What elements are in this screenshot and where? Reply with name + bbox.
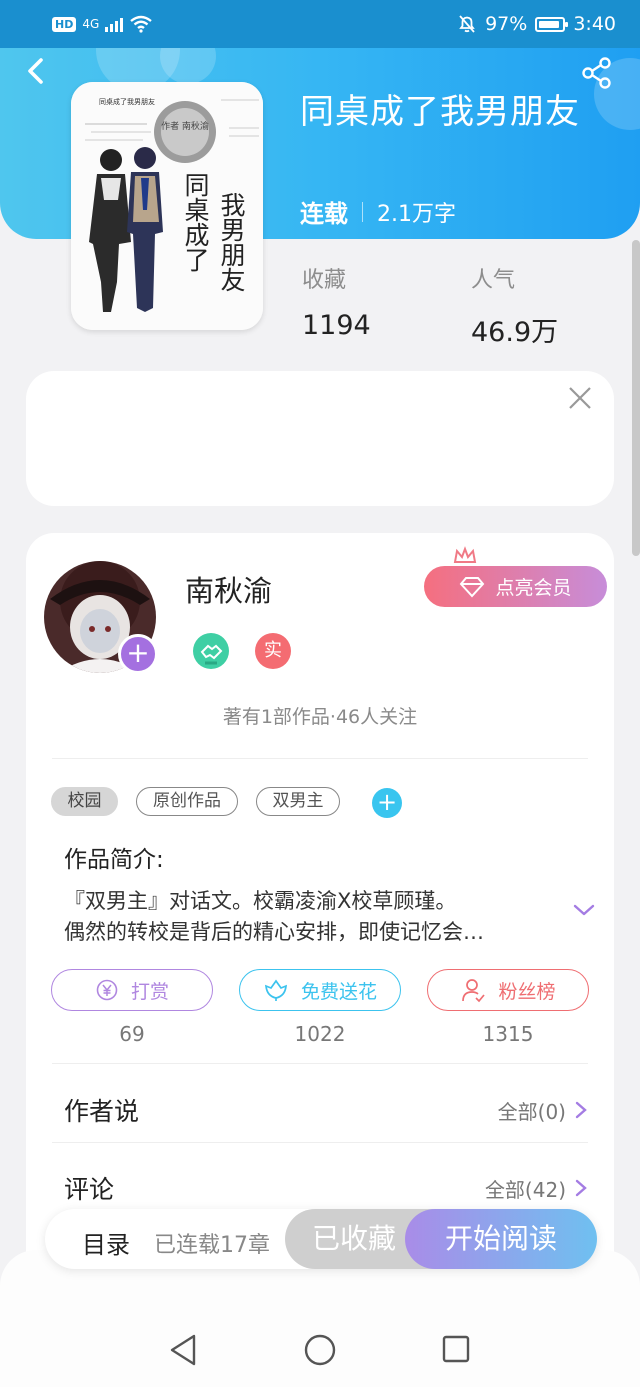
intro-line-1: 『双男主』对话文。校霸凌渝X校草顾瑾。 bbox=[64, 889, 457, 913]
cover-small-title: 同桌成了我男朋友 bbox=[99, 97, 155, 106]
intro-heading: 作品简介: bbox=[64, 847, 164, 873]
cover-title-vertical-2: 我男朋友 bbox=[217, 192, 246, 292]
tag-original[interactable]: 原创作品 bbox=[136, 787, 238, 816]
send-flower-label: 免费送花 bbox=[300, 980, 377, 1003]
mute-bell-icon bbox=[459, 15, 475, 33]
author-says-all: 全部(0) bbox=[497, 1099, 566, 1124]
tip-count: 69 bbox=[119, 1022, 145, 1046]
popularity-value: 46.9万 bbox=[471, 317, 559, 348]
follow-author-button[interactable]: + bbox=[118, 634, 158, 674]
favorites-stat: 收藏 1194 bbox=[302, 262, 371, 341]
comments-all: 全部(42) bbox=[484, 1177, 566, 1202]
nav-back-icon[interactable] bbox=[168, 1333, 198, 1367]
favorites-value: 1194 bbox=[302, 310, 371, 341]
crown-icon bbox=[453, 546, 477, 563]
chevron-right-icon bbox=[575, 1179, 587, 1197]
cover-author-stamp: 作者 南秋渝 bbox=[161, 120, 209, 132]
vip-button[interactable]: 点亮会员 bbox=[424, 566, 607, 607]
popularity-stat: 人气 46.9万 bbox=[471, 262, 558, 349]
close-icon bbox=[569, 387, 591, 409]
diamond-icon bbox=[460, 576, 485, 597]
divider bbox=[52, 758, 588, 759]
battery-percent: 97% bbox=[485, 13, 528, 35]
ad-card bbox=[26, 371, 614, 506]
book-cover[interactable]: 同桌成了我男朋友 作者 南秋渝 同桌成了 我男朋友 bbox=[71, 82, 263, 330]
status-bar: HD 4G 97% 3:40 bbox=[0, 0, 640, 48]
word-count: 2.1万字 bbox=[377, 201, 456, 227]
fan-icon bbox=[462, 979, 486, 1003]
add-tag-button[interactable]: + bbox=[372, 788, 402, 818]
divider bbox=[52, 1142, 588, 1143]
divider bbox=[52, 1063, 588, 1064]
book-meta: 连载 2.1万字 bbox=[300, 194, 456, 229]
intro-text: 『双男主』对话文。校霸凌渝X校草顾瑾。 偶然的转校是背后的精心安排，即使记忆会… bbox=[64, 886, 554, 948]
tip-button[interactable]: 打赏 bbox=[51, 969, 213, 1011]
toc-button[interactable]: 目录 bbox=[82, 1225, 130, 1260]
chapter-count: 已连载17章 bbox=[154, 1233, 270, 1258]
handshake-icon bbox=[200, 644, 223, 665]
scrollbar[interactable] bbox=[632, 240, 640, 556]
status-left: HD 4G bbox=[52, 15, 153, 33]
share-button[interactable] bbox=[580, 56, 614, 90]
back-button[interactable] bbox=[22, 56, 54, 88]
wifi-icon bbox=[130, 15, 153, 33]
chevron-right-icon bbox=[575, 1101, 587, 1119]
comments-link[interactable]: 全部(42) bbox=[485, 1174, 588, 1203]
close-ad-button[interactable] bbox=[566, 384, 594, 412]
chevron-left-icon bbox=[28, 58, 43, 84]
tip-label: 打赏 bbox=[130, 980, 169, 1003]
cover-title-vertical-1: 同桌成了 bbox=[181, 172, 210, 272]
start-reading-button[interactable]: 开始阅读 bbox=[405, 1209, 597, 1269]
battery-icon bbox=[535, 16, 569, 32]
handshake-badge bbox=[193, 633, 229, 669]
author-says-link[interactable]: 全部(0) bbox=[498, 1096, 588, 1125]
real-name-badge: 实 bbox=[255, 633, 291, 669]
tag-bl[interactable]: 双男主 bbox=[256, 787, 340, 816]
favorites-label: 收藏 bbox=[302, 268, 347, 293]
flower-count: 1022 bbox=[294, 1022, 346, 1046]
vip-label: 点亮会员 bbox=[495, 577, 572, 599]
fan-count: 1315 bbox=[482, 1022, 534, 1046]
status-right: 97% 3:40 bbox=[457, 13, 616, 35]
tag-campus[interactable]: 校园 bbox=[51, 787, 118, 816]
fan-ranking-button[interactable]: 粉丝榜 bbox=[427, 969, 589, 1011]
book-title: 同桌成了我男朋友 bbox=[300, 92, 580, 132]
meta-divider bbox=[362, 201, 363, 222]
intro-line-2: 偶然的转校是背后的精心安排，即使记忆会… bbox=[64, 920, 484, 944]
author-works-info: 著有1部作品·46人关注 bbox=[222, 706, 418, 728]
comments-title: 评论 bbox=[64, 1175, 115, 1204]
share-icon bbox=[582, 57, 611, 89]
serial-status: 连载 bbox=[300, 200, 348, 228]
clock: 3:40 bbox=[573, 13, 616, 35]
nav-recents-icon[interactable] bbox=[441, 1333, 471, 1367]
hd-badge: HD bbox=[52, 16, 77, 32]
yen-icon bbox=[96, 979, 118, 1001]
author-name: 南秋渝 bbox=[185, 574, 273, 608]
popularity-label: 人气 bbox=[471, 268, 516, 293]
signal-icon bbox=[105, 16, 124, 32]
author-says-row[interactable]: 作者说 全部(0) bbox=[64, 1092, 588, 1128]
fan-ranking-label: 粉丝榜 bbox=[498, 980, 556, 1003]
comments-row[interactable]: 评论 全部(42) bbox=[64, 1170, 588, 1206]
network-label: 4G bbox=[82, 17, 100, 31]
flower-icon bbox=[264, 979, 287, 1001]
send-flower-button[interactable]: 免费送花 bbox=[239, 969, 401, 1011]
nav-home-icon[interactable] bbox=[303, 1333, 337, 1367]
author-says-title: 作者说 bbox=[64, 1097, 140, 1126]
chevron-down-icon[interactable] bbox=[572, 898, 596, 922]
